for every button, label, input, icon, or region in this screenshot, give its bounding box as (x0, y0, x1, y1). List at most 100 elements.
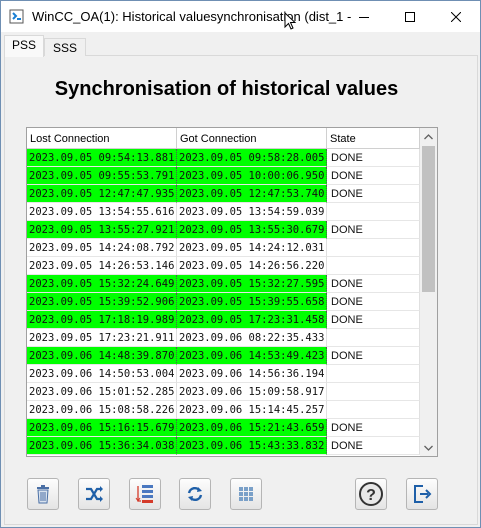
tree-list-icon (135, 485, 153, 503)
table-row[interactable]: 2023.09.05 14:26:53.146 2023.09.05 14:26:… (27, 257, 420, 275)
vertical-scrollbar[interactable] (420, 128, 437, 456)
table-row[interactable]: 2023.09.05 09:54:13.881 2023.09.05 09:58:… (27, 149, 420, 167)
state-cell: DONE (327, 347, 420, 365)
got-connection-cell: 2023.09.05 17:23:31.458 (177, 311, 327, 329)
column-header-got-connection[interactable]: Got Connection (177, 128, 327, 148)
maximize-icon (405, 11, 415, 22)
lost-connection-cell: 2023.09.05 14:26:53.146 (27, 257, 177, 275)
tab-pss[interactable]: PSS (4, 35, 44, 57)
got-connection-cell: 2023.09.05 15:39:55.658 (177, 293, 327, 311)
scroll-down-button[interactable] (420, 439, 437, 456)
state-cell: DONE (327, 221, 420, 239)
grid-button[interactable] (230, 478, 262, 510)
got-connection-cell: 2023.09.05 13:55:30.679 (177, 221, 327, 239)
lost-connection-cell: 2023.09.05 09:55:53.791 (27, 167, 177, 185)
page-title: Synchronisation of historical values (54, 78, 399, 100)
table-row[interactable]: 2023.09.05 15:39:52.906 2023.09.05 15:39:… (27, 293, 420, 311)
table-row[interactable]: 2023.09.05 17:23:21.911 2023.09.06 08:22:… (27, 329, 420, 347)
maximize-button[interactable] (387, 1, 433, 32)
table-row[interactable]: 2023.09.06 14:48:39.870 2023.09.06 14:53:… (27, 347, 420, 365)
scroll-up-button[interactable] (420, 128, 437, 145)
table-body: 2023.09.05 09:54:13.881 2023.09.05 09:58:… (27, 149, 420, 455)
table-header: Lost Connection Got Connection State (27, 128, 420, 149)
app-window: WinCC_OA(1): Historical valuesynchronisa… (0, 0, 481, 528)
state-cell: DONE (327, 419, 420, 437)
state-cell (327, 401, 420, 419)
lost-connection-cell: 2023.09.05 12:47:47.935 (27, 185, 177, 203)
help-icon: ? (359, 482, 383, 506)
got-connection-cell: 2023.09.05 15:32:27.595 (177, 275, 327, 293)
state-cell (327, 383, 420, 401)
column-header-state[interactable]: State (327, 128, 420, 148)
table-row[interactable]: 2023.09.06 15:01:52.285 2023.09.06 15:09:… (27, 383, 420, 401)
table-row[interactable]: 2023.09.06 15:36:34.038 2023.09.06 15:43:… (27, 437, 420, 455)
title-bar: WinCC_OA(1): Historical valuesynchronisa… (1, 1, 480, 32)
state-cell: DONE (327, 149, 420, 167)
refresh-icon (187, 486, 203, 502)
table-row[interactable]: 2023.09.05 13:55:27.921 2023.09.05 13:55:… (27, 221, 420, 239)
minimize-button[interactable] (341, 1, 387, 32)
refresh-button[interactable] (179, 478, 211, 510)
delete-button[interactable] (27, 478, 59, 510)
table-row[interactable]: 2023.09.05 17:18:19.989 2023.09.05 17:23:… (27, 311, 420, 329)
close-icon (451, 11, 461, 22)
state-cell (327, 257, 420, 275)
window-title: WinCC_OA(1): Historical valuesynchronisa… (32, 9, 352, 24)
close-button[interactable] (433, 1, 479, 32)
state-cell (327, 203, 420, 221)
lost-connection-cell: 2023.09.05 17:23:21.911 (27, 329, 177, 347)
lost-connection-cell: 2023.09.05 13:54:55.616 (27, 203, 177, 221)
mouse-cursor-icon (284, 12, 297, 30)
lost-connection-cell: 2023.09.05 13:55:27.921 (27, 221, 177, 239)
scrollbar-thumb[interactable] (422, 146, 435, 292)
state-cell (327, 365, 420, 383)
table-row[interactable]: 2023.09.05 12:47:47.935 2023.09.05 12:47:… (27, 185, 420, 203)
app-icon (9, 9, 24, 24)
table-row[interactable]: 2023.09.06 14:50:53.004 2023.09.06 14:56:… (27, 365, 420, 383)
trash-icon (37, 485, 49, 504)
table-row[interactable]: 2023.09.05 13:54:55.616 2023.09.05 13:54:… (27, 203, 420, 221)
details-button[interactable] (129, 478, 161, 510)
table-row[interactable]: 2023.09.06 15:08:58.226 2023.09.06 15:14:… (27, 401, 420, 419)
chevron-down-icon (424, 445, 433, 451)
lost-connection-cell: 2023.09.06 15:08:58.226 (27, 401, 177, 419)
lost-connection-cell: 2023.09.05 14:24:08.792 (27, 239, 177, 257)
got-connection-cell: 2023.09.06 15:09:58.917 (177, 383, 327, 401)
synchronize-button[interactable] (78, 478, 110, 510)
state-cell: DONE (327, 185, 420, 203)
shuffle-icon (86, 486, 103, 502)
minimize-icon (359, 16, 369, 18)
tab-bar: PSS SSS (1, 34, 480, 57)
got-connection-cell: 2023.09.05 13:54:59.039 (177, 203, 327, 221)
lost-connection-cell: 2023.09.05 15:39:52.906 (27, 293, 177, 311)
table-row[interactable]: 2023.09.05 09:55:53.791 2023.09.05 10:00:… (27, 167, 420, 185)
tab-sss[interactable]: SSS (44, 38, 86, 56)
lost-connection-cell: 2023.09.05 09:54:13.881 (27, 149, 177, 167)
lost-connection-cell: 2023.09.06 14:48:39.870 (27, 347, 177, 365)
table-row[interactable]: 2023.09.05 15:32:24.649 2023.09.05 15:32:… (27, 275, 420, 293)
got-connection-cell: 2023.09.06 14:56:36.194 (177, 365, 327, 383)
table-row[interactable]: 2023.09.06 15:16:15.679 2023.09.06 15:21:… (27, 419, 420, 437)
state-cell: DONE (327, 275, 420, 293)
state-cell: DONE (327, 311, 420, 329)
lost-connection-cell: 2023.09.06 15:16:15.679 (27, 419, 177, 437)
exit-icon (414, 485, 432, 503)
table-row[interactable]: 2023.09.05 14:24:08.792 2023.09.05 14:24:… (27, 239, 420, 257)
lost-connection-cell: 2023.09.05 15:32:24.649 (27, 275, 177, 293)
got-connection-cell: 2023.09.06 15:43:33.832 (177, 437, 327, 455)
lost-connection-cell: 2023.09.06 15:01:52.285 (27, 383, 177, 401)
state-cell: DONE (327, 167, 420, 185)
got-connection-cell: 2023.09.06 14:53:49.423 (177, 347, 327, 365)
column-header-lost-connection[interactable]: Lost Connection (27, 128, 177, 148)
lost-connection-cell: 2023.09.05 17:18:19.989 (27, 311, 177, 329)
got-connection-cell: 2023.09.05 14:24:12.031 (177, 239, 327, 257)
help-button[interactable]: ? (355, 478, 387, 510)
got-connection-cell: 2023.09.05 12:47:53.740 (177, 185, 327, 203)
exit-button[interactable] (406, 478, 438, 510)
lost-connection-cell: 2023.09.06 15:36:34.038 (27, 437, 177, 455)
chevron-up-icon (424, 133, 433, 139)
lost-connection-cell: 2023.09.06 14:50:53.004 (27, 365, 177, 383)
state-cell: DONE (327, 293, 420, 311)
state-cell (327, 239, 420, 257)
got-connection-cell: 2023.09.06 15:14:45.257 (177, 401, 327, 419)
